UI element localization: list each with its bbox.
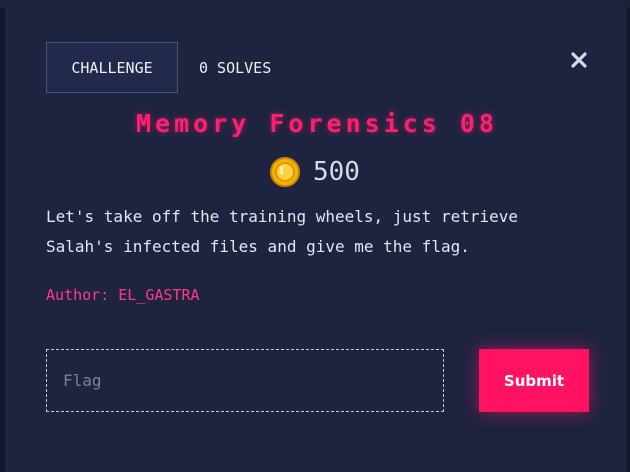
challenge-author: Author: EL_GASTRA bbox=[46, 286, 200, 304]
close-icon[interactable] bbox=[570, 51, 588, 69]
points-value: 500 bbox=[313, 157, 360, 187]
tab-solves[interactable]: 0 SOLVES bbox=[199, 58, 271, 78]
description-line: Let's take off the training wheels, just… bbox=[46, 207, 519, 226]
coin-icon bbox=[270, 157, 300, 187]
submit-button[interactable]: Submit bbox=[479, 349, 589, 412]
tab-challenge[interactable]: CHALLENGE bbox=[46, 42, 178, 93]
challenge-modal: CHALLENGE 0 SOLVES Memory Forensics 08 5… bbox=[6, 6, 626, 472]
challenge-points: 500 bbox=[269, 156, 360, 188]
description-line: Salah's infected files and give me the f… bbox=[46, 237, 470, 256]
challenge-description: Let's take off the training wheels, just… bbox=[46, 202, 586, 262]
flag-input[interactable] bbox=[46, 349, 444, 412]
challenge-title: Memory Forensics 08 bbox=[136, 109, 498, 138]
